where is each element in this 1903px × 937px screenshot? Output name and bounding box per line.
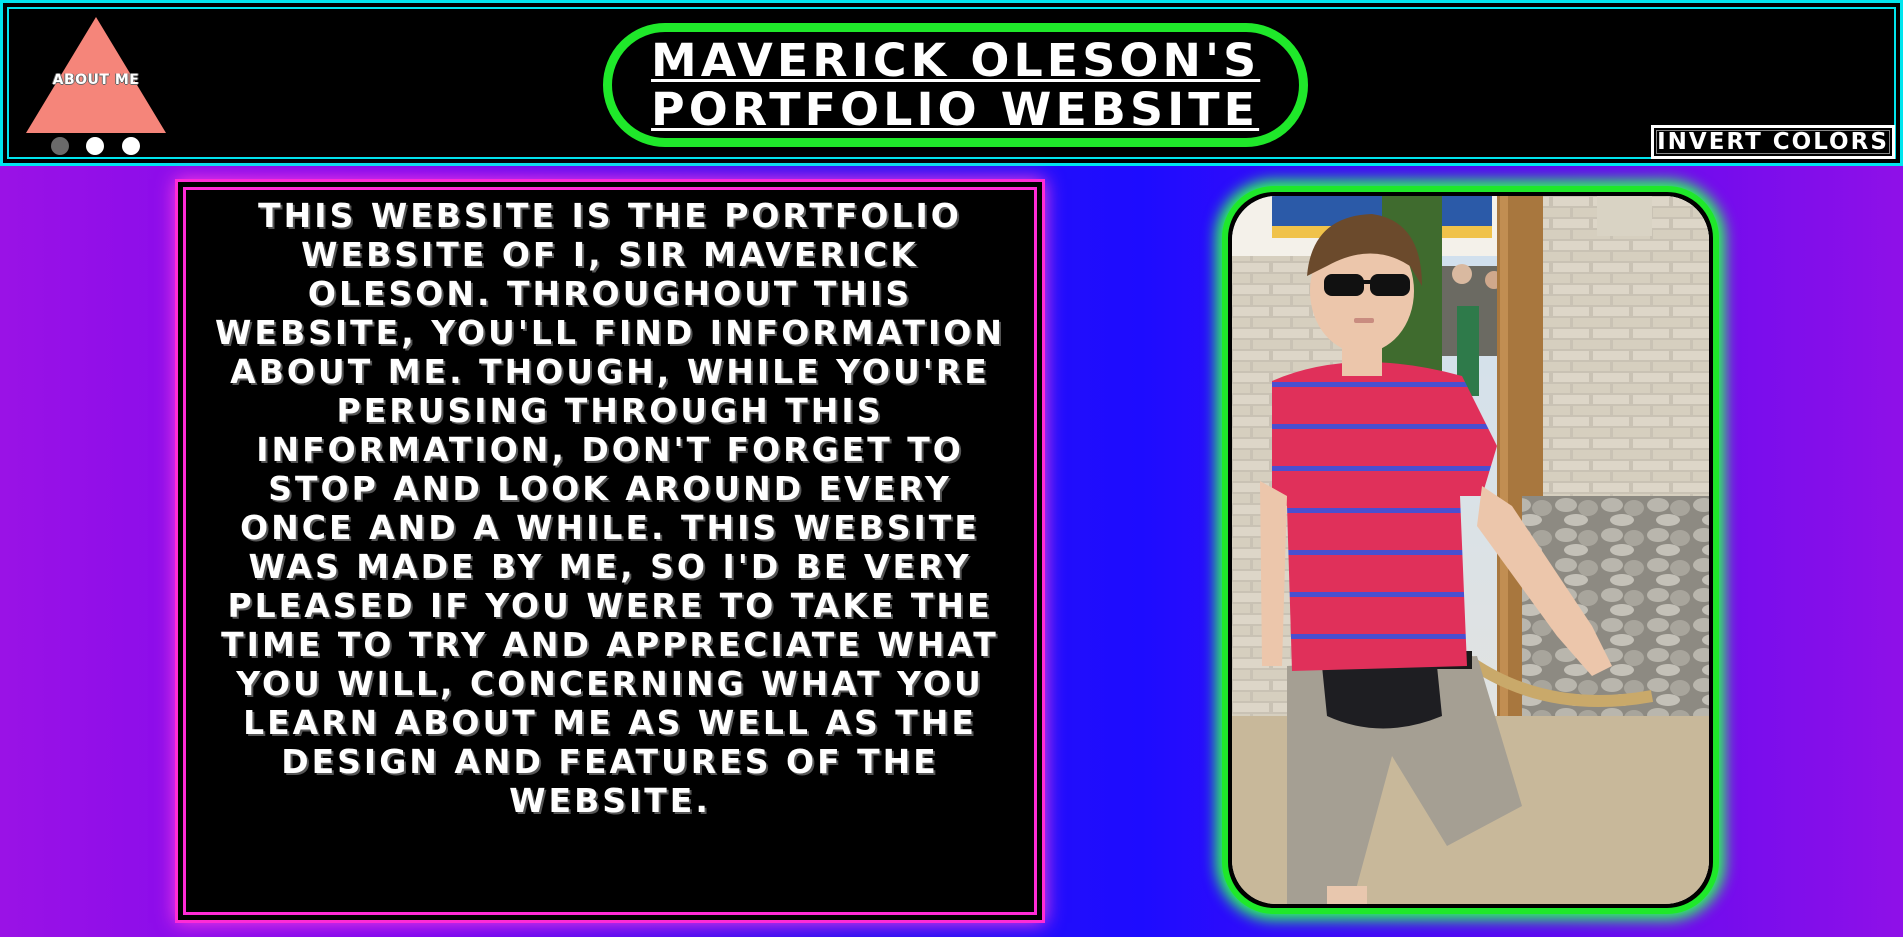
site-header: ABOUT ME MAVERICK OLESON'S PORTFOLIO WEB…	[0, 0, 1903, 166]
invert-colors-button[interactable]: INVERT COLORS	[1651, 125, 1895, 159]
intro-panel: This website is the portfolio website of…	[183, 187, 1037, 915]
intro-text: This website is the portfolio website of…	[215, 196, 1005, 820]
slide-dot-2[interactable]	[86, 137, 104, 155]
invert-colors-label: INVERT COLORS	[1657, 129, 1889, 155]
site-title-line-2: PORTFOLIO WEBSITE	[651, 83, 1260, 136]
slide-dots	[51, 137, 145, 157]
profile-photo-illustration	[1232, 196, 1709, 904]
about-me-label: ABOUT ME	[52, 72, 140, 88]
profile-photo-frame	[1222, 186, 1719, 914]
about-me-button[interactable]: ABOUT ME	[24, 15, 168, 135]
slide-dot-1[interactable]	[51, 137, 69, 155]
profile-photo	[1232, 196, 1709, 904]
slide-dot-3[interactable]	[122, 137, 140, 155]
site-title-line-1: MAVERICK OLESON'S	[650, 34, 1261, 87]
site-title: MAVERICK OLESON'S PORTFOLIO WEBSITE	[603, 23, 1308, 147]
